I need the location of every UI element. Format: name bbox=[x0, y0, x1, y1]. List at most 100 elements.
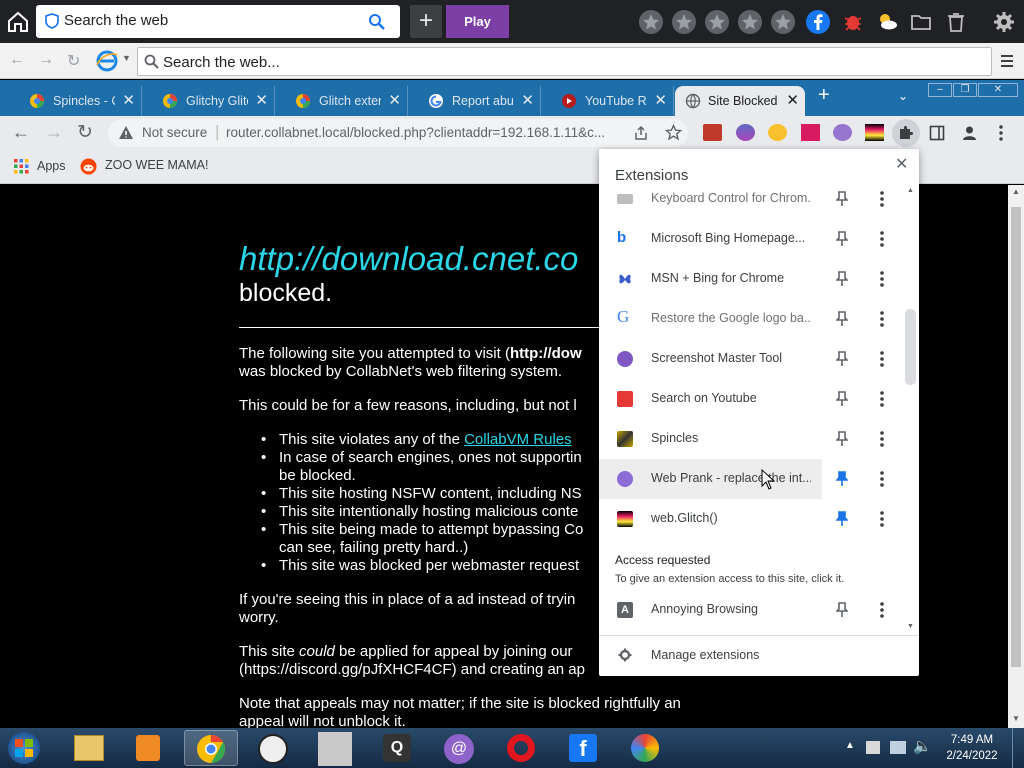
warning-icon[interactable] bbox=[118, 125, 134, 141]
reload-icon[interactable]: ↻ bbox=[77, 121, 93, 144]
pin-icon[interactable] bbox=[836, 231, 848, 247]
start-button[interactable] bbox=[2, 729, 46, 767]
show-hidden-icons-icon[interactable]: ▲ bbox=[845, 740, 855, 751]
play-button[interactable]: Play bbox=[446, 5, 509, 38]
extension-item-restore-google-logo[interactable]: G Restore the Google logo ba... bbox=[599, 299, 902, 339]
scrollbar-thumb[interactable] bbox=[905, 309, 916, 385]
back-arrow-icon[interactable]: ← bbox=[9, 51, 25, 69]
extension-item-keyboard-control[interactable]: Keyboard Control for Chrom... bbox=[599, 185, 902, 219]
clock[interactable]: 7:49 AM 2/24/2022 bbox=[942, 732, 1008, 766]
tab-glitch-extension[interactable]: Glitch extensi ✕ bbox=[276, 86, 408, 116]
taskbar-facebook[interactable]: f bbox=[556, 730, 610, 766]
forward-arrow-icon[interactable]: → bbox=[45, 122, 63, 143]
extension-item-web-glitch[interactable]: web.Glitch() bbox=[599, 499, 902, 539]
close-icon[interactable]: ✕ bbox=[122, 91, 135, 109]
taskbar-app-cat[interactable] bbox=[308, 730, 362, 766]
scroll-down-icon[interactable]: ▼ bbox=[907, 623, 914, 630]
star-icon[interactable] bbox=[770, 9, 796, 35]
extension-item-annoying-browsing[interactable]: A Annoying Browsing bbox=[599, 590, 902, 630]
omnibox[interactable]: Not secure | router.collabnet.local/bloc… bbox=[108, 119, 688, 147]
more-options-icon[interactable] bbox=[877, 189, 887, 209]
taskbar-app-at[interactable]: @ bbox=[432, 730, 486, 766]
more-options-icon[interactable] bbox=[877, 229, 887, 249]
close-icon[interactable]: ✕ bbox=[388, 91, 401, 109]
home-icon[interactable] bbox=[6, 10, 30, 34]
star-icon[interactable] bbox=[638, 9, 664, 35]
more-options-icon[interactable] bbox=[877, 389, 887, 409]
taskbar-chrome[interactable] bbox=[184, 730, 238, 766]
pin-icon[interactable] bbox=[836, 391, 848, 407]
star-icon[interactable] bbox=[671, 9, 697, 35]
tab-glitchy-glitch[interactable]: Glitchy Glitch ✕ bbox=[143, 86, 275, 116]
more-options-icon[interactable] bbox=[877, 269, 887, 289]
taskbar-explorer[interactable] bbox=[62, 730, 116, 766]
web-prank-icon[interactable] bbox=[833, 124, 852, 141]
pin-icon[interactable] bbox=[836, 511, 848, 527]
extensions-scrollbar[interactable]: ▲ ▼ bbox=[902, 185, 919, 635]
star-icon[interactable] bbox=[704, 9, 730, 35]
bookmark-star-icon[interactable] bbox=[665, 124, 682, 141]
page-scrollbar[interactable]: ▲ ▼ bbox=[1008, 185, 1024, 728]
chevron-down-icon[interactable]: ▼ bbox=[122, 53, 131, 63]
pin-icon[interactable] bbox=[836, 311, 848, 327]
extension-item-bing-homepage[interactable]: b Microsoft Bing Homepage... bbox=[599, 219, 902, 259]
extension-icon-4[interactable] bbox=[801, 124, 820, 141]
more-options-icon[interactable] bbox=[877, 600, 887, 620]
taskbar-app-face[interactable] bbox=[246, 730, 300, 766]
ie-logo-icon[interactable] bbox=[95, 49, 119, 73]
minimize-button[interactable]: – bbox=[928, 83, 952, 97]
web-glitch-icon[interactable] bbox=[865, 124, 884, 141]
taskbar-media-player[interactable] bbox=[122, 730, 176, 766]
facebook-icon[interactable] bbox=[805, 9, 831, 35]
new-tab-button[interactable]: + bbox=[818, 84, 830, 107]
more-icon[interactable] bbox=[996, 124, 1006, 142]
window-close-button[interactable]: ✕ bbox=[978, 83, 1018, 97]
close-icon[interactable]: ✕ bbox=[654, 91, 667, 109]
tab-report-abuse[interactable]: Report abuse ✕ bbox=[409, 86, 541, 116]
taskbar-app-q[interactable]: Q bbox=[370, 730, 424, 766]
profile-icon[interactable] bbox=[961, 124, 978, 141]
refresh-icon[interactable]: ↻ bbox=[67, 51, 80, 71]
weather-icon[interactable] bbox=[874, 9, 900, 35]
bookmark-zoo-wee-mama[interactable]: ZOO WEE MAMA! bbox=[80, 157, 210, 177]
more-options-icon[interactable] bbox=[877, 309, 887, 329]
trash-icon[interactable] bbox=[943, 9, 969, 35]
close-icon[interactable]: ✕ bbox=[786, 91, 799, 109]
tab-search-icon[interactable]: ⌄ bbox=[898, 89, 908, 103]
add-button[interactable]: + bbox=[410, 5, 442, 38]
collabvm-rules-link[interactable]: CollabVM Rules bbox=[464, 431, 572, 448]
close-icon[interactable]: ✕ bbox=[255, 91, 268, 109]
side-panel-icon[interactable] bbox=[929, 125, 945, 141]
extension-item-web-prank[interactable]: Web Prank - replace the int... bbox=[599, 459, 822, 499]
emoji-extension-icon[interactable] bbox=[768, 124, 787, 141]
search-icon[interactable] bbox=[368, 13, 386, 31]
extensions-button[interactable] bbox=[892, 119, 920, 147]
share-icon[interactable] bbox=[633, 125, 649, 141]
pin-icon[interactable] bbox=[836, 191, 848, 207]
ie-search-input[interactable]: Search the web... bbox=[137, 47, 992, 76]
bug-icon[interactable] bbox=[840, 9, 866, 35]
taskbar-opera[interactable] bbox=[494, 730, 548, 766]
tab-site-blocked[interactable]: Site Blocked ✕ bbox=[675, 86, 805, 116]
bookmark-apps[interactable]: Apps bbox=[14, 158, 74, 176]
show-desktop-button[interactable] bbox=[1012, 728, 1024, 768]
folder-icon[interactable] bbox=[908, 9, 934, 35]
tab-youtube[interactable]: YouTube Rec ✕ bbox=[542, 86, 674, 116]
url-text[interactable]: router.collabnet.local/blocked.php?clien… bbox=[226, 125, 605, 140]
more-options-icon[interactable] bbox=[877, 429, 887, 449]
pin-icon[interactable] bbox=[836, 271, 848, 287]
star-icon[interactable] bbox=[737, 9, 763, 35]
action-center-icon[interactable] bbox=[866, 741, 880, 754]
taskbar-app-lock[interactable] bbox=[618, 730, 672, 766]
gear-icon[interactable] bbox=[991, 9, 1017, 35]
scroll-up-icon[interactable]: ▲ bbox=[907, 187, 914, 194]
network-icon[interactable] bbox=[890, 741, 906, 754]
forward-arrow-icon[interactable]: → bbox=[38, 51, 54, 69]
extension-item-search-on-youtube[interactable]: Search on Youtube bbox=[599, 379, 902, 419]
scroll-up-icon[interactable]: ▲ bbox=[1012, 187, 1020, 196]
pin-icon[interactable] bbox=[836, 602, 848, 618]
extension-item-spincles[interactable]: Spincles bbox=[599, 419, 902, 459]
tab-spincles[interactable]: Spincles - Ch ✕ bbox=[10, 86, 142, 116]
scrollbar-thumb[interactable] bbox=[1011, 207, 1021, 667]
pin-icon[interactable] bbox=[836, 471, 848, 487]
